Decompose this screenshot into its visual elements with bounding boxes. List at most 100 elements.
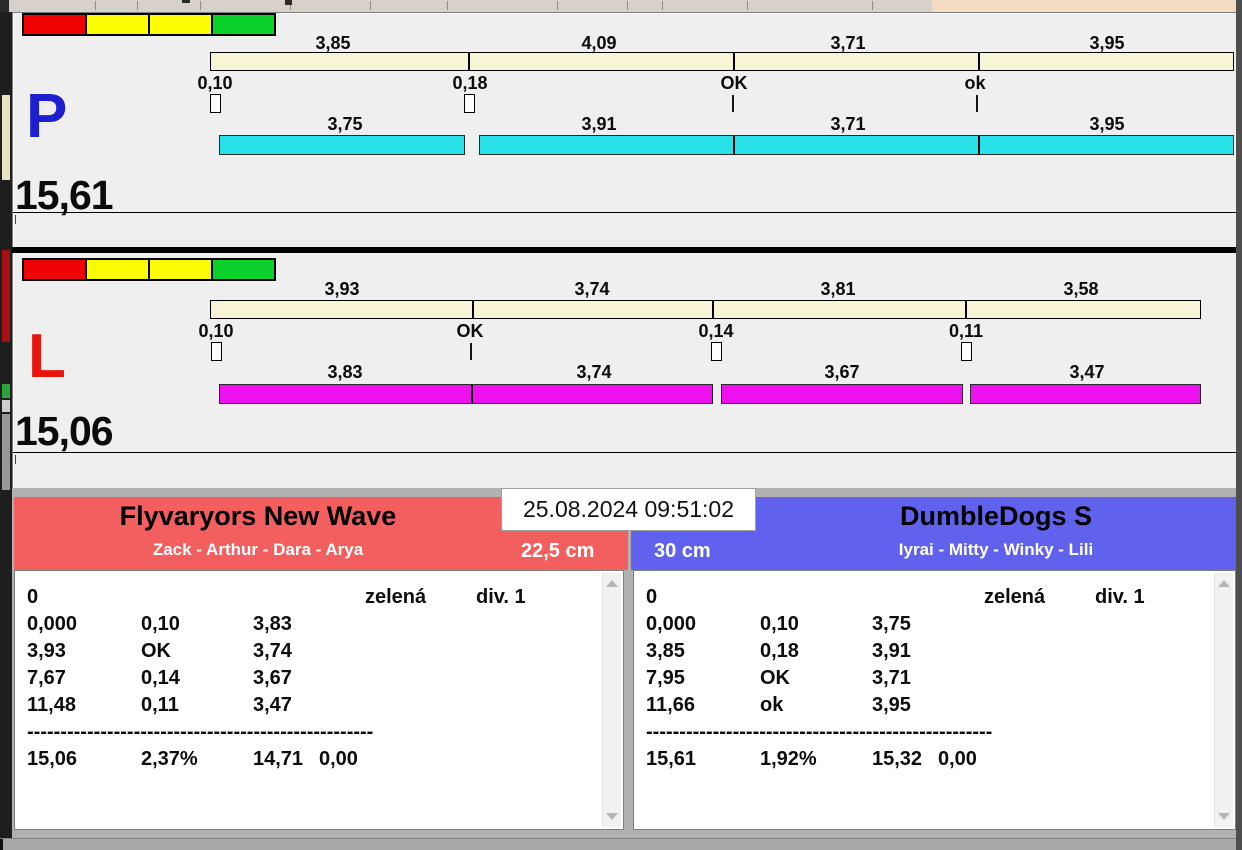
- bar-divider: [978, 136, 980, 154]
- edge-fragment: [0, 839, 3, 850]
- leg-split: 3,47: [253, 694, 292, 716]
- light-yellow-icon: [87, 15, 150, 34]
- leg-cumulative: 0,000: [646, 613, 697, 635]
- edge-fragment: [2, 384, 10, 398]
- result-separator-row: ----------------------------------------…: [634, 720, 1211, 744]
- light-red-icon: [24, 260, 87, 279]
- bar-divider: [468, 53, 470, 70]
- scroll-up-icon[interactable]: [1218, 580, 1230, 587]
- scrollbar[interactable]: [602, 573, 621, 827]
- scrollbar[interactable]: [1214, 573, 1233, 827]
- window-right-border: [1236, 0, 1242, 850]
- team1-jump-height: 22,5 cm: [521, 540, 595, 562]
- total-penalty: 0,00: [938, 748, 977, 770]
- edge-fragment: [2, 250, 10, 342]
- background-window-edge: [0, 12, 12, 838]
- leg-fault: 0,10: [141, 613, 180, 635]
- team2-result-box[interactable]: 0 zelená div. 1 0,000 0,10 3,75 3,85 0,1…: [633, 570, 1236, 830]
- leg-fault: 0,11: [141, 694, 179, 716]
- leg-cumulative: 7,67: [27, 667, 66, 689]
- lane-p-split-2: 3,91: [581, 114, 617, 134]
- result-leg-row: 7,95 OK 3,71: [634, 666, 1211, 690]
- leg-fault: ok: [760, 694, 784, 716]
- leg-cumulative: 0,000: [27, 613, 78, 635]
- lane-l-fault-1: 0,10: [198, 321, 234, 341]
- lane-p-interval-3: 3,71: [830, 33, 866, 53]
- panel-divider-line: [13, 212, 1236, 213]
- leg-split: 3,95: [872, 694, 911, 716]
- lane-p-interval-2: 4,09: [581, 33, 617, 53]
- toolbar-separator: [200, 1, 201, 10]
- run-number: 0: [646, 586, 658, 608]
- run-number: 0: [27, 586, 39, 608]
- ok-marker-icon: [732, 95, 734, 112]
- light-status: zelená: [365, 586, 427, 608]
- team1-dogs: Zack - Arthur - Dara - Arya: [152, 540, 364, 559]
- leg-cumulative: 11,66: [646, 694, 695, 716]
- scroll-down-icon[interactable]: [1218, 813, 1230, 820]
- scroll-up-icon[interactable]: [606, 580, 618, 587]
- bar-divider: [733, 53, 735, 70]
- lane-l-interval-4: 3,58: [1063, 279, 1099, 299]
- lane-l-split-1: 3,83: [327, 362, 363, 382]
- toolbar-separator: [137, 1, 138, 10]
- text-caret: [15, 455, 16, 464]
- leg-cumulative: 3,93: [27, 640, 66, 662]
- fault-marker-icon: [211, 342, 222, 361]
- lane-l-interval-1: 3,93: [324, 279, 360, 299]
- total-net: 15,32: [872, 748, 923, 770]
- division: div. 1: [1095, 586, 1145, 608]
- scroll-down-icon[interactable]: [606, 813, 618, 820]
- lane-p-fault-1: 0,10: [197, 73, 233, 93]
- separator-dashes: ----------------------------------------…: [646, 721, 993, 743]
- result-totals-row: 15,06 2,37% 14,71 0,00: [15, 747, 599, 771]
- leg-split: 3,75: [872, 613, 911, 635]
- light-yellow-icon: [150, 260, 213, 279]
- result-totals-row: 15,61 1,92% 15,32 0,00: [634, 747, 1211, 771]
- lane-l-fault-3: 0,14: [698, 321, 734, 341]
- leg-split: 3,71: [872, 667, 911, 689]
- result-leg-row: 11,48 0,11 3,47: [15, 693, 599, 717]
- edge-fragment: [2, 400, 10, 412]
- fault-marker-icon: [210, 94, 221, 113]
- lane-l-fault-2: OK: [456, 321, 484, 341]
- lane-p-traffic-lights: [22, 13, 276, 36]
- light-yellow-icon: [150, 15, 213, 34]
- lane-p-letter: P: [26, 82, 68, 151]
- lane-separator-bar: [12, 247, 1236, 253]
- light-red-icon: [24, 15, 87, 34]
- lane-l-total-time: 15,06: [15, 408, 114, 454]
- bar-divider: [472, 301, 474, 318]
- lane-l-traffic-lights: [22, 258, 276, 281]
- lane-p-interval-4: 3,95: [1089, 33, 1125, 53]
- text-caret: [15, 215, 16, 224]
- result-separator-row: ----------------------------------------…: [15, 720, 599, 744]
- toolbar-mark: [285, 0, 292, 5]
- result-leg-row: 3,93 OK 3,74: [15, 639, 599, 663]
- leg-fault: 0,18: [760, 640, 799, 662]
- bar-divider: [471, 385, 473, 403]
- toolbar-mark: [182, 0, 190, 3]
- lane-l-run-bar-segment: [721, 384, 963, 404]
- leg-cumulative: 11,48: [27, 694, 76, 716]
- team2-dogs: Iyrai - Mitty - Winky - Lili: [898, 540, 1094, 559]
- edge-fragment: [2, 414, 10, 490]
- toolbar-separator: [627, 1, 628, 10]
- lane-p-split-4: 3,95: [1089, 114, 1125, 134]
- team2-jump-height: 30 cm: [654, 540, 711, 562]
- total-percent: 1,92%: [760, 748, 817, 770]
- toolbar-separator: [370, 1, 371, 10]
- screen: 3,85 4,09 3,71 3,95 0,10 0,18 OK ok 3,75…: [0, 0, 1242, 850]
- light-green-icon: [213, 15, 274, 34]
- background-window-accent: [932, 0, 1238, 12]
- lane-l-interval-2: 3,74: [574, 279, 610, 299]
- leg-fault: OK: [141, 640, 171, 662]
- result-leg-row: 0,000 0,10 3,83: [15, 612, 599, 636]
- division: div. 1: [476, 586, 526, 608]
- total-net: 14,71: [253, 748, 304, 770]
- lane-l-split-3: 3,67: [824, 362, 860, 382]
- result-leg-row: 3,85 0,18 3,91: [634, 639, 1211, 663]
- leg-cumulative: 7,95: [646, 667, 685, 689]
- team1-result-box[interactable]: 0 zelená div. 1 0,000 0,10 3,83 3,93 OK …: [14, 570, 624, 830]
- lane-l-split-4: 3,47: [1069, 362, 1105, 382]
